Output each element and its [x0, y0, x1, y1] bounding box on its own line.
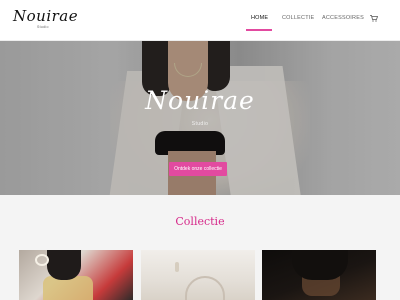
- nav-active-indicator: [246, 29, 272, 31]
- card-1-photo-hair: [47, 250, 81, 280]
- card-3-photo-hair: [292, 250, 348, 280]
- nav-item-collectie[interactable]: COLLECTIE: [282, 15, 314, 21]
- hero-logo-wordmark: Nouirae: [145, 86, 255, 115]
- card-2-photo-bag: [185, 276, 225, 300]
- brand-logo-wordmark: Nouirae: [13, 7, 79, 25]
- collection-title: Collectie: [175, 215, 225, 228]
- discover-collection-button[interactable]: Ontdek onze collectie: [169, 162, 227, 176]
- nav-item-accessoires[interactable]: ACCESSOIRES: [322, 15, 364, 21]
- collection-card-1[interactable]: [19, 250, 133, 300]
- nav-item-home[interactable]: HOME: [251, 15, 268, 21]
- hero-logo-subtitle: Studio: [191, 121, 209, 127]
- shopping-cart-icon[interactable]: [370, 15, 378, 22]
- collection-section: Collectie: [0, 195, 400, 300]
- collection-card-2[interactable]: [141, 250, 255, 300]
- brand-logo-subtitle: Studio: [37, 25, 49, 29]
- site-header: Nouirae Studio HOME COLLECTIE ACCESSOIRE…: [0, 0, 400, 41]
- card-1-photo-sunglasses: [35, 254, 49, 266]
- card-2-photo-tag: [175, 262, 179, 272]
- hero-logo: Nouirae: [0, 88, 400, 114]
- brand-logo[interactable]: Nouirae Studio: [13, 7, 79, 30]
- collection-card-3[interactable]: [262, 250, 376, 300]
